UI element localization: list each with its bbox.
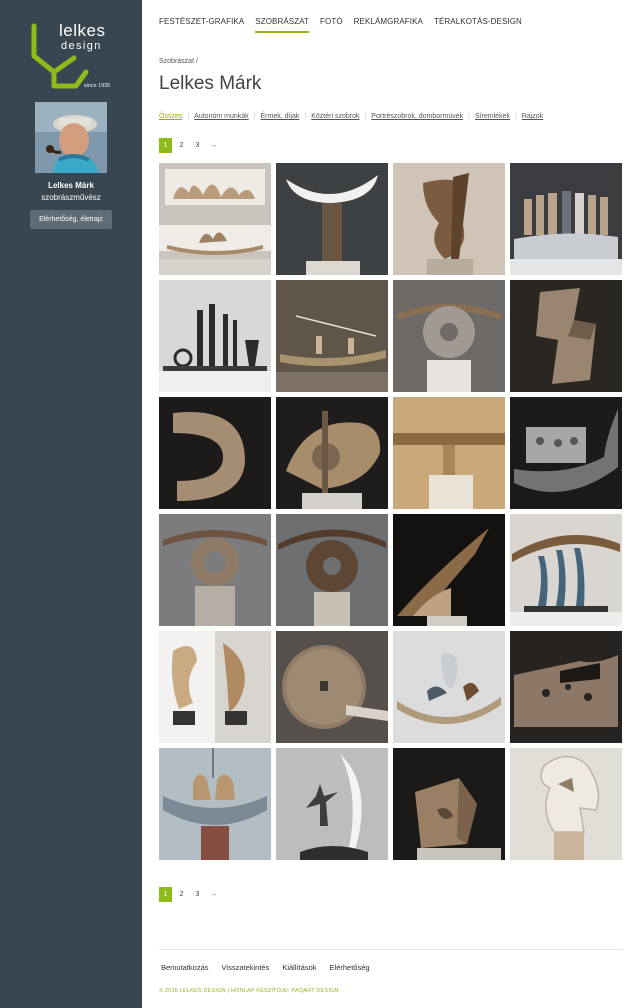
- angular-wood-sculpture-thumbnail[interactable]: [510, 280, 622, 392]
- sidebar: lelkes design since 1935 Lelkes Márk szo…: [0, 0, 142, 1008]
- page-3-button[interactable]: 3: [191, 138, 204, 153]
- nav-item-foto[interactable]: FOTÓ: [320, 17, 343, 33]
- horse-head-sculpture-thumbnail[interactable]: [510, 748, 622, 860]
- page-1-button[interactable]: 1: [159, 887, 172, 902]
- filter-autonom[interactable]: Autonóm munkák: [194, 113, 248, 120]
- millstone-sculpture-thumbnail[interactable]: [276, 631, 388, 743]
- dark-ring-arch-sculpture-thumbnail[interactable]: [276, 514, 388, 626]
- brand-since: since 1935: [84, 83, 111, 89]
- nav-item-teralkotas[interactable]: TÉRALKOTÁS-DESIGN: [434, 17, 522, 33]
- profile-role: szobrászművész: [41, 193, 101, 202]
- curved-stone-sculpture-thumbnail[interactable]: [159, 397, 271, 509]
- nav-item-reklamgrafika[interactable]: REKLÁMGRAFIKA: [354, 17, 423, 33]
- page-1-button[interactable]: 1: [159, 138, 172, 153]
- sail-figure-sculpture-thumbnail[interactable]: [276, 748, 388, 860]
- stone-disc-sculpture-thumbnail[interactable]: [393, 280, 505, 392]
- filter-portre[interactable]: Portrészobrok, dombormüvek: [371, 113, 463, 120]
- next-page-button[interactable]: →: [207, 887, 220, 902]
- eye-shaped-sculpture-thumbnail[interactable]: [276, 397, 388, 509]
- filter-kozteri[interactable]: Köztéri szobrok: [311, 113, 359, 120]
- ring-arch-sculpture-thumbnail[interactable]: [159, 514, 271, 626]
- filter-osszes[interactable]: Összes: [159, 113, 182, 120]
- filter-separator: |: [514, 113, 517, 120]
- profile-name: Lelkes Márk: [48, 181, 94, 190]
- page-title: Lelkes Márk: [159, 73, 262, 94]
- main-nav: FESTÉSZET-GRAFIKA SZOBRÁSZAT FOTÓ REKLÁM…: [159, 17, 533, 33]
- filter-separator: |: [187, 113, 190, 120]
- wooden-abstract-sculpture-thumbnail[interactable]: [393, 163, 505, 275]
- category-filter: Összes | Autonóm munkák | Érmek, díjak |…: [159, 113, 543, 120]
- white-crescent-sculpture-thumbnail[interactable]: [276, 163, 388, 275]
- next-page-button[interactable]: →: [207, 138, 220, 153]
- brand-subname: design: [61, 40, 102, 52]
- footer-nav: Bemutatkozás Visszatekintés Kiállítások …: [161, 963, 383, 972]
- filter-separator: |: [304, 113, 307, 120]
- footer-link-visszatekintes[interactable]: Visszatekintés: [222, 963, 270, 972]
- page-2-button[interactable]: 2: [175, 887, 188, 902]
- filter-separator: |: [364, 113, 367, 120]
- filter-ermek[interactable]: Érmek, díjak: [260, 113, 299, 120]
- avatar: [35, 102, 107, 173]
- figures-group-sculpture-thumbnail[interactable]: [510, 163, 622, 275]
- arch-figures-sculpture-thumbnail[interactable]: [510, 514, 622, 626]
- pagination-bottom: 1 2 3 →: [159, 887, 223, 902]
- beam-sculpture-thumbnail[interactable]: [393, 397, 505, 509]
- nav-item-szobraszat[interactable]: SZOBRÁSZAT: [255, 17, 310, 33]
- boat-figures-sculpture-thumbnail[interactable]: [276, 280, 388, 392]
- nav-item-festeszet[interactable]: FESTÉSZET-GRAFIKA: [159, 17, 244, 33]
- filter-rajzok[interactable]: Rajzok: [522, 113, 543, 120]
- boat-figurines-sculpture-thumbnail[interactable]: [393, 631, 505, 743]
- footer-link-elerhetoseg[interactable]: Elérhetőség: [330, 963, 370, 972]
- footer-divider: [159, 949, 622, 950]
- folded-plane-sculpture-thumbnail[interactable]: [393, 514, 505, 626]
- twin-abstract-sculpture-thumbnail[interactable]: [159, 631, 271, 743]
- metal-figures-sculpture-thumbnail[interactable]: [159, 280, 271, 392]
- copyright: © 2016 LELKES DESIGN | HONLAP KÉSZÍTŐJE:…: [159, 988, 339, 994]
- page-3-button[interactable]: 3: [191, 887, 204, 902]
- perforated-plate-sculpture-thumbnail[interactable]: [510, 631, 622, 743]
- footer-link-bemutatkozas[interactable]: Bemutatkozás: [161, 963, 209, 972]
- cube-shell-sculpture-thumbnail[interactable]: [393, 748, 505, 860]
- sculpture-group-thumbnail[interactable]: [159, 163, 271, 275]
- gallery-grid: [159, 163, 622, 860]
- filter-separator: |: [468, 113, 470, 120]
- ship-cups-sculpture-thumbnail[interactable]: [159, 748, 271, 860]
- brand-name: lelkes: [59, 21, 106, 40]
- filter-separator: |: [253, 113, 256, 120]
- pagination-top: 1 2 3 →: [159, 138, 223, 153]
- breadcrumb[interactable]: Szobrászat /: [159, 58, 198, 65]
- page-2-button[interactable]: 2: [175, 138, 188, 153]
- filter-siremlekek[interactable]: Síremlékek: [475, 113, 510, 120]
- footer-link-kiallitasok[interactable]: Kiállítások: [282, 963, 316, 972]
- contact-button[interactable]: Elérhetőség, életrajz: [30, 210, 112, 229]
- glass-boat-sculpture-thumbnail[interactable]: [510, 397, 622, 509]
